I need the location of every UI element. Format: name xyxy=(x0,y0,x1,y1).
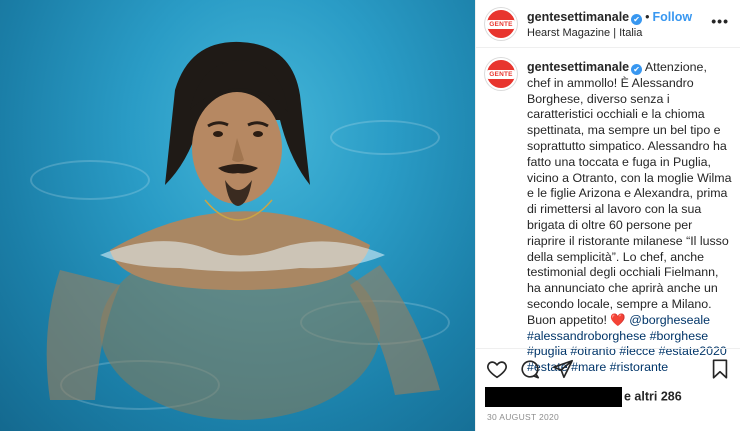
heart-outline-icon[interactable] xyxy=(486,358,508,380)
caption-username[interactable]: gentesettimanale xyxy=(527,60,629,74)
more-options-icon[interactable]: ••• xyxy=(711,13,729,29)
post-caption: GENTE gentesettimanale ✔ Attenzione, chef… xyxy=(476,48,740,374)
heart-emoji-icon: ❤️ xyxy=(610,312,626,327)
likes-summary[interactable]: e altri 286 xyxy=(485,387,682,407)
post-actions: e altri 286 30 AUGUST 2020 xyxy=(476,348,740,431)
caption-body: Attenzione, chef in ammollo! È Alessandr… xyxy=(527,60,732,327)
swimmer-illustration xyxy=(46,41,440,420)
separator-dot: • xyxy=(645,10,650,24)
follow-button[interactable]: Follow xyxy=(653,10,693,24)
post-photo[interactable] xyxy=(0,0,475,431)
verified-badge-icon: ✔ xyxy=(631,14,643,25)
post-sidebar: GENTE gentesettimanale ✔ • Follow Hearst Ma… xyxy=(475,0,740,431)
post-location[interactable]: Hearst Magazine | Italia xyxy=(527,27,642,39)
comment-bubble-icon[interactable] xyxy=(519,358,541,380)
account-username[interactable]: gentesettimanale xyxy=(527,10,629,24)
post-header: GENTE gentesettimanale ✔ • Follow Hearst Ma… xyxy=(476,0,740,48)
post-date[interactable]: 30 AUGUST 2020 xyxy=(487,412,559,422)
caption-mention[interactable]: @borgheseale xyxy=(629,313,710,327)
header-account-line: gentesettimanale ✔ • Follow xyxy=(527,10,692,25)
paper-plane-icon[interactable] xyxy=(552,358,574,380)
caption-avatar[interactable]: GENTE xyxy=(485,58,517,90)
caption-text: gentesettimanale ✔ Attenzione, chef in am… xyxy=(527,60,733,376)
verified-badge-icon: ✔ xyxy=(631,64,643,75)
redacted-block xyxy=(485,387,622,407)
likes-count[interactable]: e altri 286 xyxy=(624,389,682,403)
account-avatar[interactable]: GENTE xyxy=(485,8,517,40)
bookmark-icon[interactable] xyxy=(709,358,731,380)
